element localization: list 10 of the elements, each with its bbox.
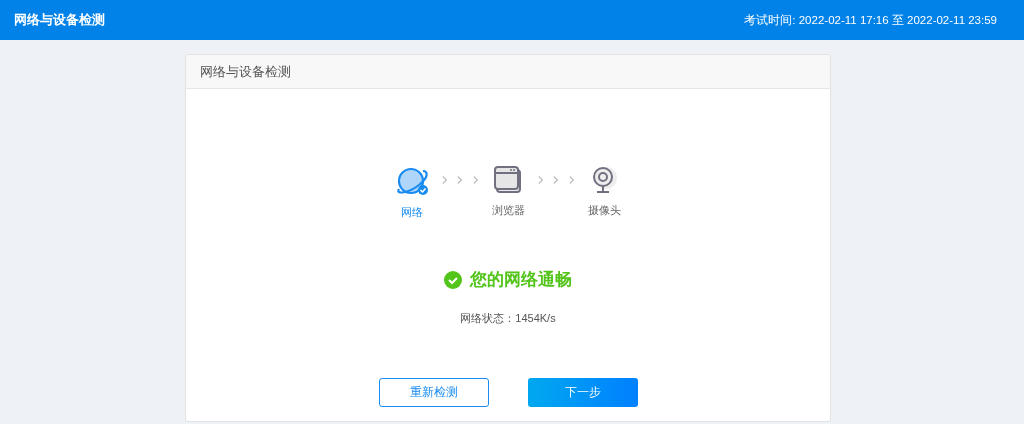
step-label: 浏览器 <box>491 203 525 218</box>
next-button[interactable]: 下一步 <box>527 378 638 407</box>
result-message: 您的网络通畅 <box>470 269 572 291</box>
retest-button[interactable]: 重新检测 <box>378 378 489 407</box>
network-speed: 网络状态：1454K/s <box>459 311 557 326</box>
card-title: 网络与设备检测 <box>200 62 291 81</box>
exam-time: 考试时间: 2022-02-11 17:16 至 2022-02-11 23:59 <box>744 12 997 28</box>
step-label: 网络 <box>401 205 423 220</box>
app-title: 网络与设备检测 <box>14 11 105 29</box>
step-label: 摄像头 <box>587 203 621 218</box>
